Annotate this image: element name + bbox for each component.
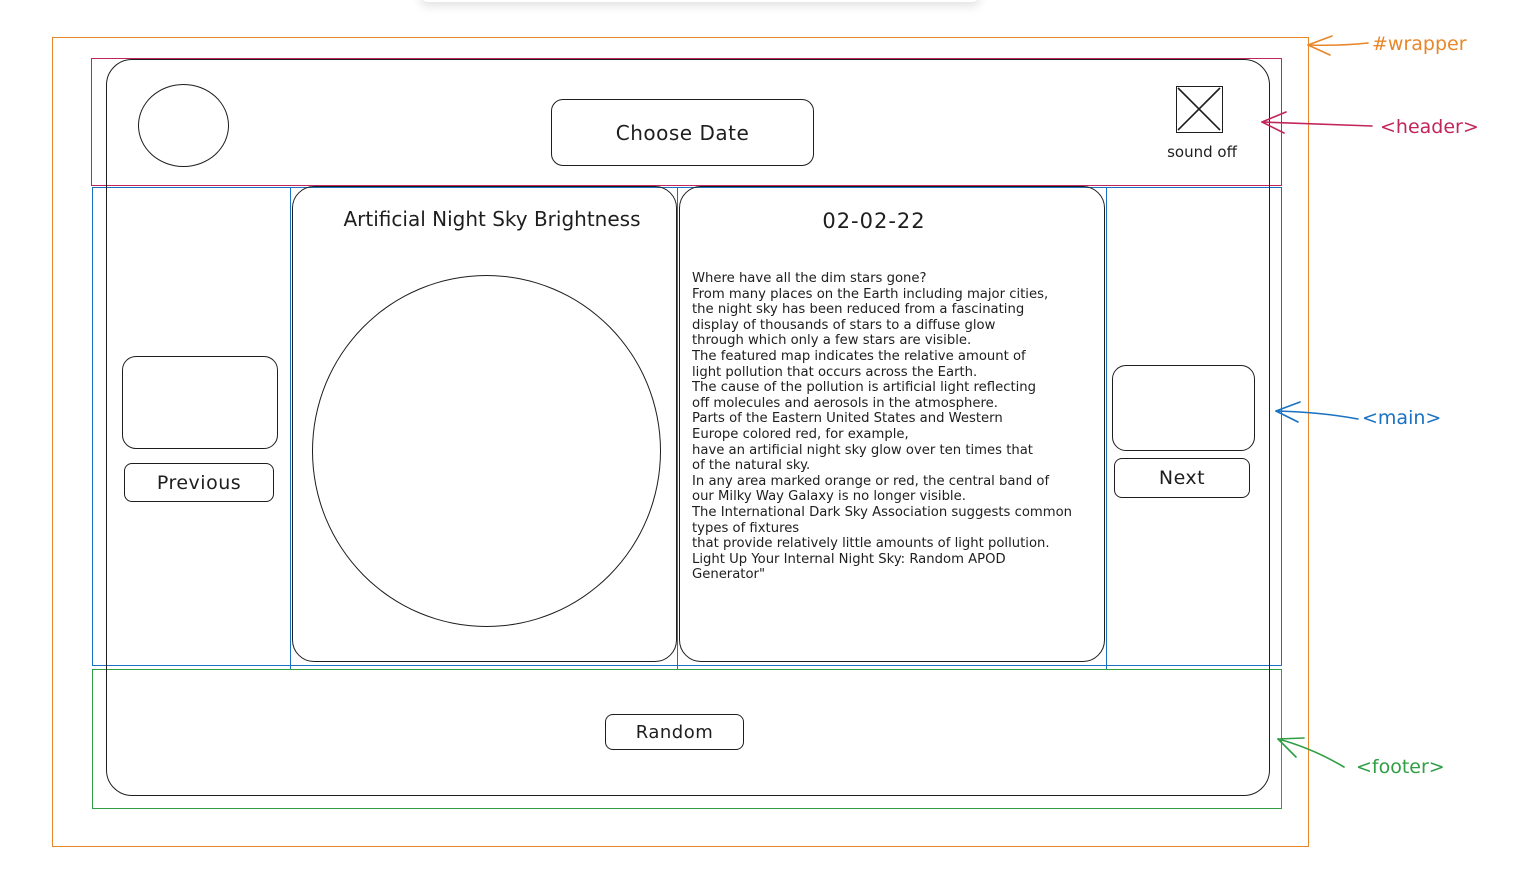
- description-line: Europe colored red, for example,: [692, 426, 909, 442]
- apod-date: 02-02-22: [822, 209, 926, 233]
- description-line: the night sky has been reduced from a fa…: [692, 302, 1025, 318]
- description-line: The cause of the pollution is artificial…: [692, 380, 1037, 396]
- description-line: light pollution that occurs across the E…: [692, 364, 978, 380]
- header-annotation: <header>: [1380, 116, 1479, 138]
- footer-annotation: <footer>: [1356, 756, 1445, 778]
- logo-circle-icon: [138, 84, 229, 167]
- description-line: Where have all the dim stars gone?: [692, 271, 927, 286]
- description-line: Parts of the Eastern United States and W…: [692, 411, 1003, 427]
- description-line: that provide relatively little amounts o…: [692, 536, 1050, 552]
- sound-toggle-icon[interactable]: [1176, 86, 1223, 133]
- description-line: have an artificial night sky glow over t…: [692, 442, 1033, 458]
- top-shadow-strip: [420, 0, 980, 2]
- description-line: The International Dark Sky Association s…: [692, 504, 1073, 520]
- wrapper-arrow-icon: [1307, 35, 1369, 56]
- apod-description: Where have all the dim stars gone? From …: [692, 271, 1092, 583]
- description-line: our Milky Way Galaxy is no longer visibl…: [692, 489, 966, 505]
- choose-date-button[interactable]: Choose Date: [551, 99, 814, 166]
- description-line: off molecules and aerosols in the atmosp…: [692, 395, 998, 411]
- description-line: types of fixtures: [692, 520, 800, 536]
- apod-image-placeholder: [312, 275, 661, 627]
- wrapper-annotation: #wrapper: [1372, 33, 1467, 55]
- image-title: Artificial Night Sky Brightness: [343, 207, 641, 231]
- previous-thumbnail[interactable]: [122, 356, 278, 449]
- description-line: Light Up Your Internal Night Sky: Random…: [692, 551, 1006, 567]
- next-button[interactable]: Next: [1114, 458, 1250, 498]
- next-thumbnail[interactable]: [1112, 365, 1255, 451]
- placeholder-cross-icon: [1177, 87, 1221, 131]
- description-line: In any area marked orange or red, the ce…: [692, 473, 1050, 489]
- main-annotation: <main>: [1362, 407, 1442, 429]
- description-line: Generator": [692, 567, 766, 583]
- description-line: The featured map indicates the relative …: [692, 348, 1026, 364]
- description-line: through which only a few stars are visib…: [692, 333, 972, 349]
- description-line: From many places on the Earth including …: [692, 286, 1049, 302]
- description-line: display of thousands of stars to a diffu…: [692, 317, 996, 333]
- sound-toggle-label: sound off: [1167, 143, 1237, 161]
- random-button[interactable]: Random: [605, 714, 744, 750]
- description-line: of the natural sky.: [692, 458, 811, 474]
- previous-button[interactable]: Previous: [124, 463, 274, 502]
